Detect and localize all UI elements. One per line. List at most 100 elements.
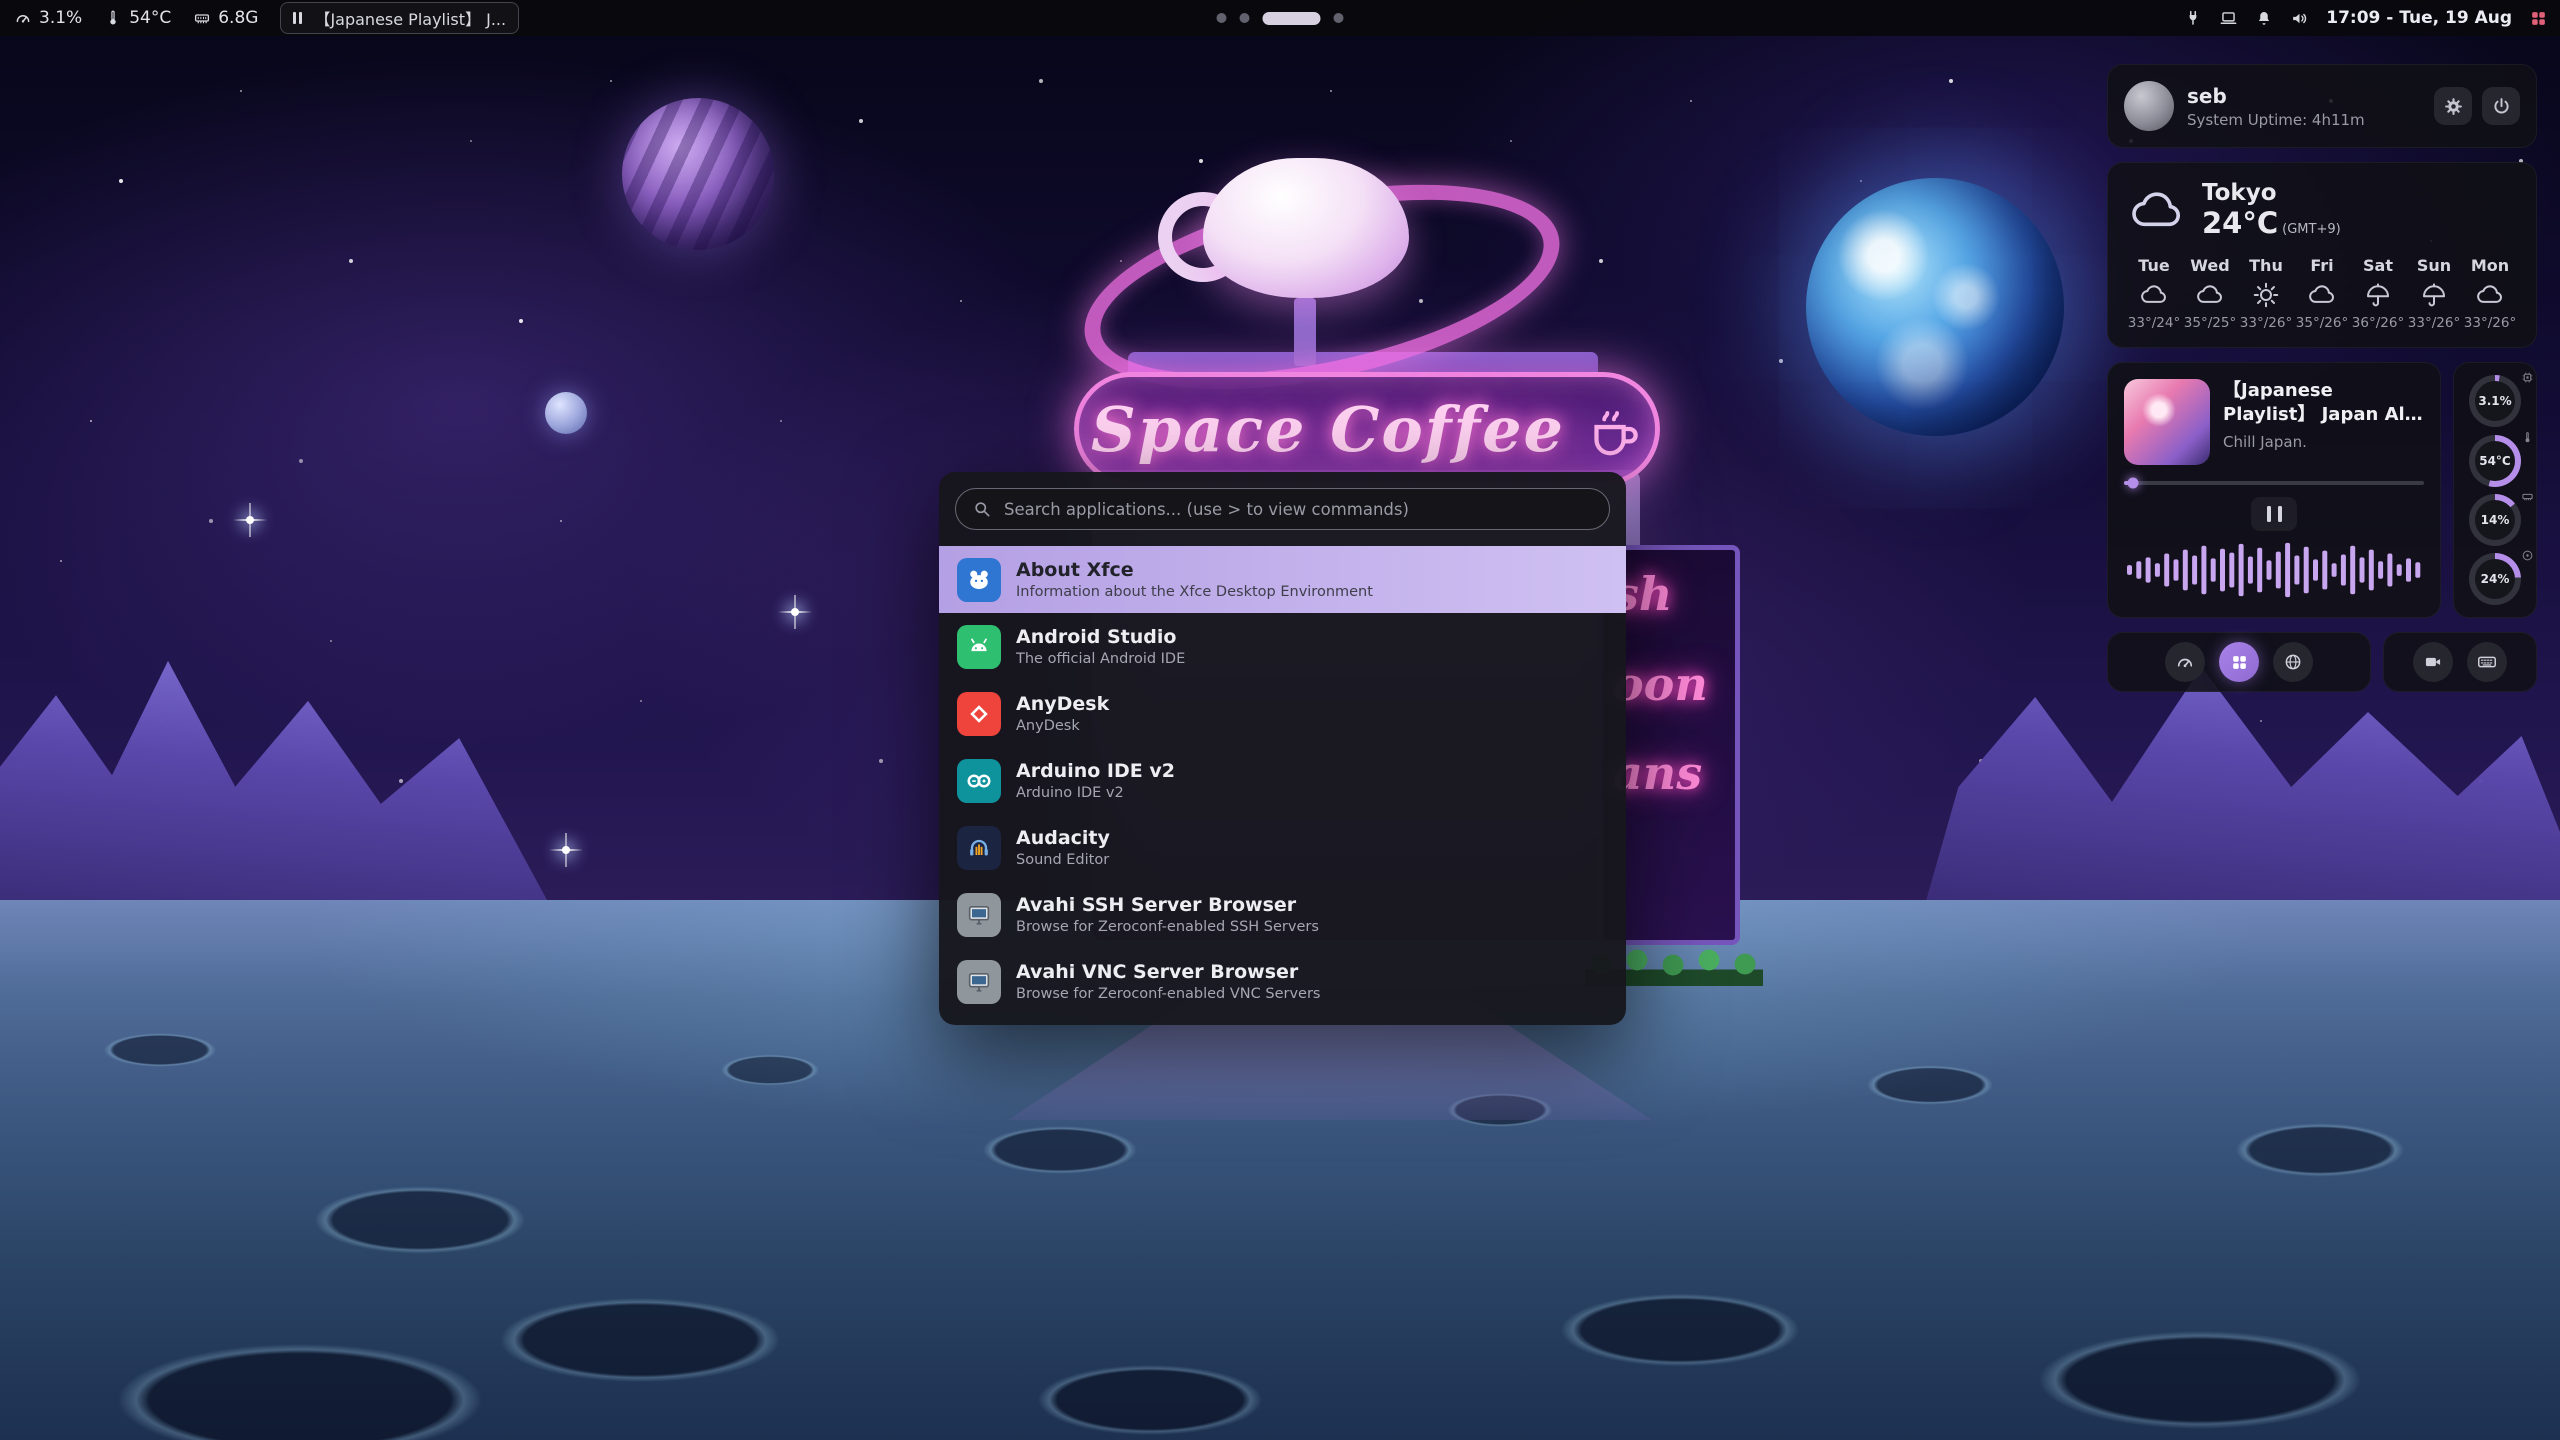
launcher-app-row[interactable]: Avahi VNC Server BrowserBrowse for Zeroc… <box>939 948 1626 1015</box>
memory-value: 6.8G <box>218 8 258 28</box>
memory-icon <box>2521 490 2534 503</box>
display-icon[interactable] <box>2219 9 2238 28</box>
launcher-app-row[interactable]: Arduino IDE v2Arduino IDE v2 <box>939 747 1626 814</box>
gear-icon <box>2443 96 2464 117</box>
album-art <box>2124 379 2210 465</box>
uptime-text: System Uptime: 4h11m <box>2187 111 2365 129</box>
cloud-icon <box>2139 280 2169 310</box>
seek-knob[interactable] <box>2128 478 2139 489</box>
xfce-icon <box>957 558 1001 602</box>
cloud-icon <box>2307 280 2337 310</box>
profile-card: seb System Uptime: 4h11m <box>2107 64 2537 148</box>
workspace-active[interactable] <box>1263 12 1321 25</box>
forecast-day: Mon 33°/26° <box>2464 256 2516 331</box>
forecast-day-label: Mon <box>2471 256 2509 275</box>
app-name: Arduino IDE v2 <box>1016 760 1175 784</box>
avahi-ssh-icon <box>957 893 1001 937</box>
neon-cup-icon <box>1581 398 1643 460</box>
widgets-panel: seb System Uptime: 4h11m Tokyo 24°C(GMT+… <box>2107 64 2537 692</box>
launcher-app-row[interactable]: Avahi SSH Server BrowserBrowse for Zeroc… <box>939 881 1626 948</box>
app-name: AnyDesk <box>1016 693 1109 717</box>
search-bar[interactable] <box>955 488 1610 530</box>
forecast-day-label: Fri <box>2310 256 2333 275</box>
temp-value: 54°C <box>129 8 171 28</box>
clock[interactable]: 17:09 - Tue, 19 Aug <box>2326 8 2512 28</box>
forecast-temps: 33°/26° <box>2464 315 2516 331</box>
launcher-app-row[interactable]: AnyDeskAnyDesk <box>939 680 1626 747</box>
search-input[interactable] <box>1002 499 1593 520</box>
speedometer-icon <box>2175 652 2195 672</box>
temp-metric: 54°C <box>104 8 171 28</box>
forecast-day: Thu 33°/26° <box>2240 256 2292 331</box>
apps-grid-icon[interactable] <box>2529 9 2548 28</box>
forecast-temps: 35°/26° <box>2296 315 2348 331</box>
disk-stat-value: 24% <box>2481 572 2510 586</box>
app-name: Avahi VNC Server Browser <box>1016 961 1320 985</box>
thermometer-icon <box>104 9 122 27</box>
cpu-icon <box>2521 371 2534 384</box>
now-playing-chip[interactable]: 【Japanese Playlist】 J... <box>280 2 519 34</box>
keyboard-button[interactable] <box>2467 642 2507 682</box>
forecast-temps: 36°/26° <box>2352 315 2404 331</box>
workspace-indicator <box>1217 0 1344 36</box>
network-button[interactable] <box>2273 642 2313 682</box>
anydesk-icon <box>957 692 1001 736</box>
app-desc: Arduino IDE v2 <box>1016 785 1175 801</box>
sun-icon <box>2251 280 2281 310</box>
app-desc: Sound Editor <box>1016 852 1110 868</box>
forecast-day-label: Wed <box>2190 256 2229 275</box>
forecast-day-label: Sun <box>2417 256 2451 275</box>
workspace-dot[interactable] <box>1240 13 1250 23</box>
quick-actions-right <box>2383 632 2537 692</box>
avatar[interactable] <box>2124 81 2174 131</box>
forecast-day: Wed 35°/25° <box>2184 256 2236 331</box>
track-title: 【Japanese Playlist】 Japan All Night - To… <box>2223 379 2424 426</box>
workspace-dot[interactable] <box>1334 13 1344 23</box>
music-player-card: 【Japanese Playlist】 Japan All Night - To… <box>2107 362 2441 618</box>
temp-icon <box>2521 431 2534 444</box>
forecast-day: Sun 33°/26° <box>2408 256 2460 331</box>
cpu-stat: 3.1% <box>2454 375 2536 427</box>
plug-icon[interactable] <box>2184 9 2202 27</box>
audio-visualizer <box>2124 539 2424 601</box>
app-desc: Information about the Xfce Desktop Envir… <box>1016 584 1373 600</box>
launcher-app-row[interactable]: Android StudioThe official Android IDE <box>939 613 1626 680</box>
disk-icon <box>2521 549 2534 562</box>
grid-icon <box>2230 653 2249 672</box>
performance-button[interactable] <box>2165 642 2205 682</box>
temp-stat-value: 54°C <box>2479 454 2511 468</box>
system-stats-card: 3.1% 54°C 14% 24% <box>2453 362 2537 618</box>
forecast-day-label: Tue <box>2138 256 2169 275</box>
launcher-app-row[interactable]: About XfceInformation about the Xfce Des… <box>939 546 1626 613</box>
desktop: sh oon ans Space Coffee 3.1% 54°C <box>0 0 2560 1440</box>
forecast-temps: 33°/26° <box>2408 315 2460 331</box>
temp-stat: 54°C <box>2454 435 2536 487</box>
app-desc: Browse for Zeroconf-enabled SSH Servers <box>1016 919 1319 935</box>
weather-card: Tokyo 24°C(GMT+9) Tue 33°/24° Wed 35°/25… <box>2107 162 2537 348</box>
weather-temp: 24°C <box>2202 206 2278 240</box>
track-subtitle: Chill Japan. <box>2223 433 2424 451</box>
volume-icon[interactable] <box>2290 9 2309 28</box>
memory-stat: 14% <box>2454 494 2536 546</box>
forecast-temps: 33°/26° <box>2240 315 2292 331</box>
notifications-icon[interactable] <box>2255 9 2273 27</box>
cloud-icon <box>2475 280 2505 310</box>
app-name: Avahi SSH Server Browser <box>1016 894 1319 918</box>
forecast-temps: 33°/24° <box>2128 315 2180 331</box>
screen-record-button[interactable] <box>2413 642 2453 682</box>
app-desc: AnyDesk <box>1016 718 1109 734</box>
power-button[interactable] <box>2482 87 2520 125</box>
forecast-day: Tue 33°/24° <box>2128 256 2180 331</box>
top-bar: 3.1% 54°C 6.8G 【Japanese Playlist】 J... <box>0 0 2560 36</box>
app-name: Android Studio <box>1016 626 1185 650</box>
workspace-dot[interactable] <box>1217 13 1227 23</box>
pause-button[interactable] <box>2251 497 2297 531</box>
pause-icon <box>293 9 305 28</box>
launcher-app-row[interactable]: AudacitySound Editor <box>939 814 1626 881</box>
ram-icon <box>193 9 211 27</box>
settings-button[interactable] <box>2434 87 2472 125</box>
cpu-value: 3.1% <box>39 8 82 28</box>
widgets-button[interactable] <box>2219 642 2259 682</box>
app-launcher: About XfceInformation about the Xfce Des… <box>939 472 1626 1025</box>
seek-bar[interactable] <box>2124 481 2424 485</box>
